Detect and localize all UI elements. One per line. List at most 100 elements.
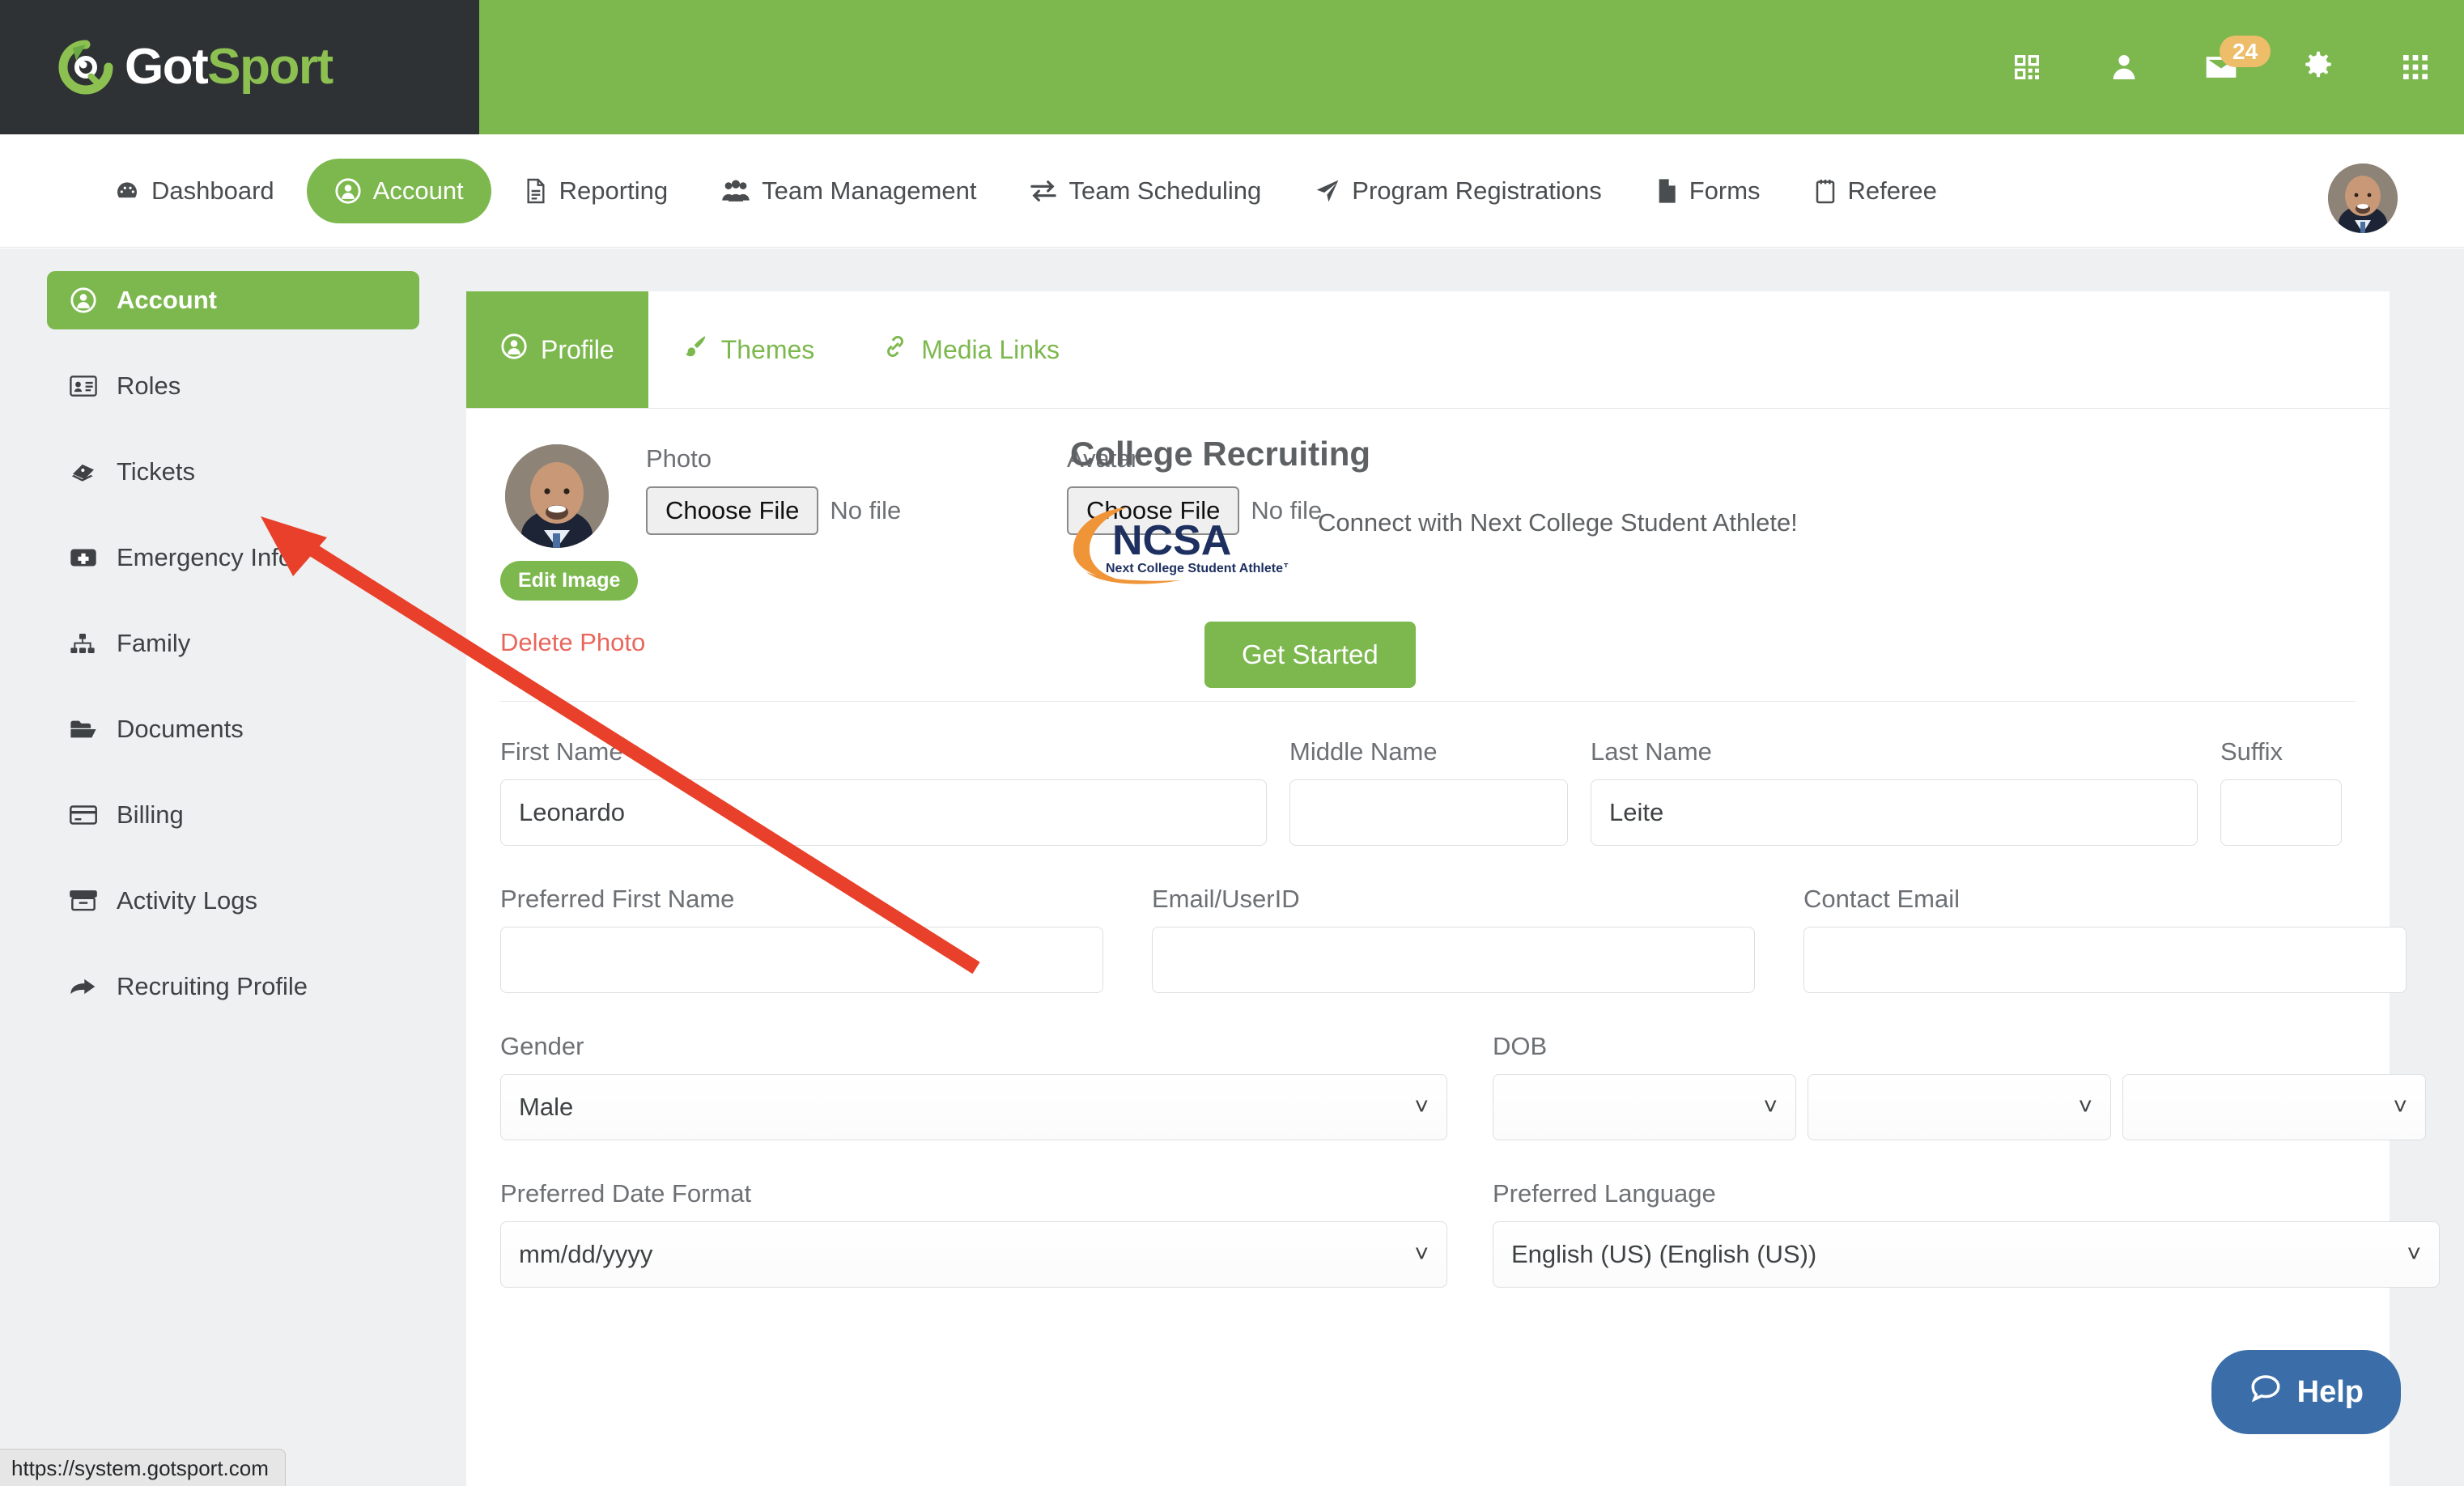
archive-icon: [70, 890, 100, 911]
svg-text:NCSA: NCSA: [1112, 517, 1231, 564]
sidebar-item-roles[interactable]: Roles: [47, 357, 419, 415]
chevron-down-icon: ˅: [1414, 1242, 1429, 1267]
profile-tabs: Profile Themes: [466, 291, 2390, 409]
main-navigation: Dashboard Account Reporting: [0, 134, 2464, 248]
nav-item-account[interactable]: Account: [307, 159, 491, 223]
preferred-language-select[interactable]: English (US) (English (US)) ˅: [1493, 1221, 2440, 1288]
college-recruiting-title: College Recruiting: [1070, 435, 1880, 473]
nav-item-team-scheduling[interactable]: Team Scheduling: [1009, 159, 1282, 223]
last-name-group: Last Name Leite: [1591, 737, 2220, 846]
profile-card: Profile Themes: [466, 291, 2390, 1489]
sidebar-item-emergency-info[interactable]: Emergency Info: [47, 529, 419, 587]
preferred-date-format-value: mm/dd/yyyy: [519, 1240, 652, 1269]
last-name-label: Last Name: [1591, 737, 2198, 766]
qr-code-icon[interactable]: [1978, 0, 2075, 134]
dob-label: DOB: [1493, 1032, 2426, 1061]
chevron-down-icon: ˅: [2078, 1095, 2092, 1119]
page-body: Account Roles Tickets: [0, 248, 2464, 1486]
sidebar-item-activity-logs[interactable]: Activity Logs: [47, 872, 419, 930]
nav-label-team-management: Team Management: [762, 176, 976, 206]
user-avatar[interactable]: [2328, 163, 2398, 233]
chevron-down-icon: ˅: [2407, 1242, 2421, 1267]
dob-group: DOB ˅ ˅ ˅: [1493, 1032, 2426, 1140]
nav-label-forms: Forms: [1689, 176, 1761, 206]
users-icon: [721, 178, 750, 204]
nav-label-team-scheduling: Team Scheduling: [1068, 176, 1261, 206]
nav-item-dashboard[interactable]: Dashboard: [93, 159, 295, 223]
nav-item-team-management[interactable]: Team Management: [700, 159, 997, 223]
brand-block: GotSport: [0, 0, 479, 134]
last-name-input[interactable]: Leite: [1591, 779, 2198, 846]
gender-select[interactable]: Male ˅: [500, 1074, 1447, 1140]
logo-text-sport: Sport: [207, 39, 332, 95]
nav-item-referee[interactable]: Referee: [1793, 159, 1958, 223]
sidebar-item-tickets[interactable]: Tickets: [47, 443, 419, 501]
tab-profile[interactable]: Profile: [466, 291, 648, 408]
suffix-input[interactable]: [2220, 779, 2342, 846]
tab-media-links[interactable]: Media Links: [848, 291, 1094, 408]
mail-unread-badge: 24: [2220, 36, 2271, 67]
middle-name-input[interactable]: [1289, 779, 1568, 846]
photo-choose-file-button[interactable]: Choose File: [646, 486, 818, 535]
email-userid-input[interactable]: [1152, 927, 1755, 993]
dob-day-select[interactable]: ˅: [1808, 1074, 2111, 1140]
preferred-first-name-input[interactable]: [500, 927, 1103, 993]
tab-themes[interactable]: Themes: [648, 291, 849, 408]
user-circle-icon: [334, 177, 362, 205]
email-fields-row: Preferred First Name Email/UserID Contac…: [500, 885, 2356, 993]
sidebar-item-recruiting-profile[interactable]: Recruiting Profile: [47, 957, 419, 1016]
chat-bubble-icon: [2249, 1371, 2283, 1413]
credit-card-icon: [70, 805, 100, 825]
nav-item-program-registrations[interactable]: Program Registrations: [1294, 159, 1622, 223]
help-widget-button[interactable]: Help: [2211, 1350, 2401, 1434]
user-icon[interactable]: [2075, 0, 2173, 134]
user-circle-icon: [500, 333, 528, 367]
college-recruiting-description: Connect with Next College Student Athlet…: [1318, 501, 1798, 545]
mail-icon[interactable]: 24: [2173, 0, 2270, 134]
grid-apps-icon[interactable]: [2367, 0, 2464, 134]
sidebar-item-documents[interactable]: Documents: [47, 700, 419, 758]
contact-email-input[interactable]: [1803, 927, 2407, 993]
link-icon: [882, 333, 908, 366]
dob-month-select[interactable]: ˅: [1493, 1074, 1796, 1140]
sidebar-item-family[interactable]: Family: [47, 614, 419, 673]
college-recruiting-content: NCSA Next College Student Athlete™ Conne…: [1070, 501, 1880, 592]
nav-label-program-registrations: Program Registrations: [1352, 176, 1601, 206]
profile-form-body: Edit Image Photo Choose File No file Ava…: [466, 409, 2390, 1288]
gotsport-logo[interactable]: GotSport: [58, 40, 333, 95]
tab-label-profile: Profile: [541, 335, 614, 365]
suffix-label: Suffix: [2220, 737, 2342, 766]
gender-dob-row: Gender Male ˅ DOB ˅: [500, 1032, 2356, 1140]
gear-icon[interactable]: [2270, 0, 2367, 134]
svg-text:Next College Student Athlete™: Next College Student Athlete™: [1106, 562, 1289, 575]
tab-label-themes: Themes: [721, 335, 815, 365]
nav-label-account: Account: [373, 176, 464, 206]
dob-select-row: ˅ ˅ ˅: [1493, 1074, 2426, 1140]
id-card-icon: [70, 376, 100, 397]
nav-item-reporting[interactable]: Reporting: [503, 159, 689, 223]
suffix-group: Suffix: [2220, 737, 2342, 846]
top-brand-bar: GotSport 24: [0, 0, 2464, 134]
preferred-date-format-select[interactable]: mm/dd/yyyy ˅: [500, 1221, 1447, 1288]
sidebar-item-account[interactable]: Account: [47, 271, 419, 329]
email-userid-group: Email/UserID: [1152, 885, 1803, 993]
name-fields-row: First Name Leonardo Middle Name Last Nam…: [500, 737, 2356, 846]
exchange-icon: [1030, 179, 1057, 203]
paint-brush-icon: [682, 333, 708, 366]
edit-image-button[interactable]: Edit Image: [500, 561, 638, 601]
nav-item-forms[interactable]: Forms: [1634, 159, 1782, 223]
chevron-down-icon: ˅: [2393, 1095, 2407, 1119]
sitemap-icon: [70, 632, 100, 655]
dob-year-select[interactable]: ˅: [2122, 1074, 2426, 1140]
preferred-first-name-group: Preferred First Name: [500, 885, 1152, 993]
first-name-input[interactable]: Leonardo: [500, 779, 1267, 846]
share-arrow-icon: [70, 976, 100, 997]
sidebar-item-billing[interactable]: Billing: [47, 786, 419, 844]
get-started-button[interactable]: Get Started: [1204, 622, 1416, 688]
photo-avatar-row: Edit Image Photo Choose File No file Ava…: [500, 444, 2356, 601]
user-circle-icon: [70, 287, 100, 314]
browser-status-bar: https://system.gotsport.com: [0, 1449, 286, 1486]
nav-label-referee: Referee: [1848, 176, 1937, 206]
account-sidebar: Account Roles Tickets: [0, 248, 466, 1486]
chevron-down-icon: ˅: [1763, 1095, 1778, 1119]
